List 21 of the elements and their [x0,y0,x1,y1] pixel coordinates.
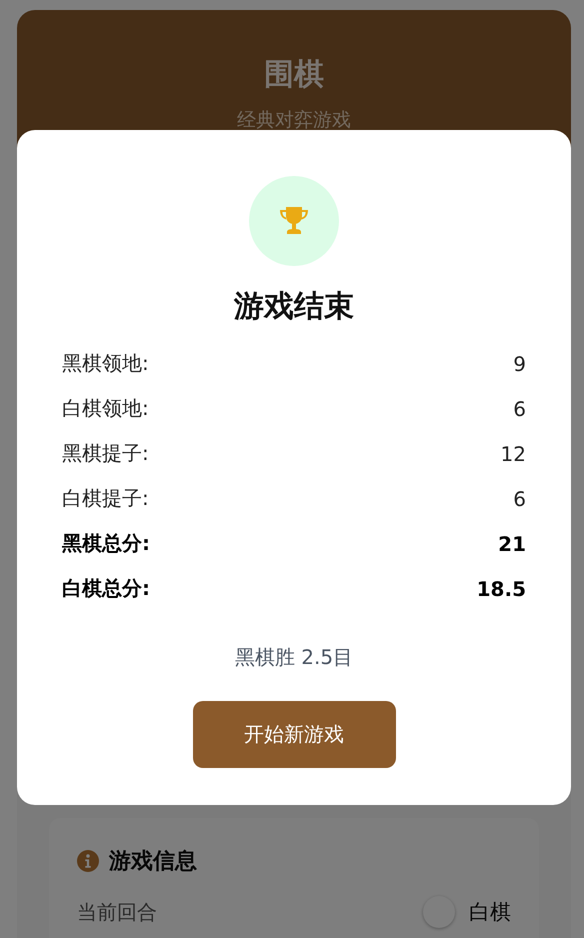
score-label: 白棋提子: [62,485,149,512]
score-value: 6 [513,396,526,420]
turn-label: 当前回合 [77,898,157,926]
score-value: 12 [500,442,526,466]
section-title: 游戏信息 [109,848,197,876]
result-text: 黑棋胜 2.5目 [234,644,354,671]
info-icon [77,850,99,872]
score-label: 黑棋提子: [62,440,149,467]
score-value: 21 [498,532,526,556]
score-label: 白棋总分: [62,575,150,602]
score-value: 18.5 [476,576,526,600]
new-game-button[interactable]: 开始新游戏 [192,701,396,768]
score-value: 6 [513,486,526,510]
score-label: 黑棋领地: [62,350,149,377]
turn-value: 白棋 [469,899,511,926]
score-label: 黑棋总分: [62,530,150,557]
app-subtitle: 经典对弈游戏 [237,108,351,133]
score-label: 白棋领地: [62,395,149,422]
app-title: 围棋 [264,56,324,94]
score-value: 9 [513,352,526,376]
dialog-title: 游戏结束 [234,288,354,326]
